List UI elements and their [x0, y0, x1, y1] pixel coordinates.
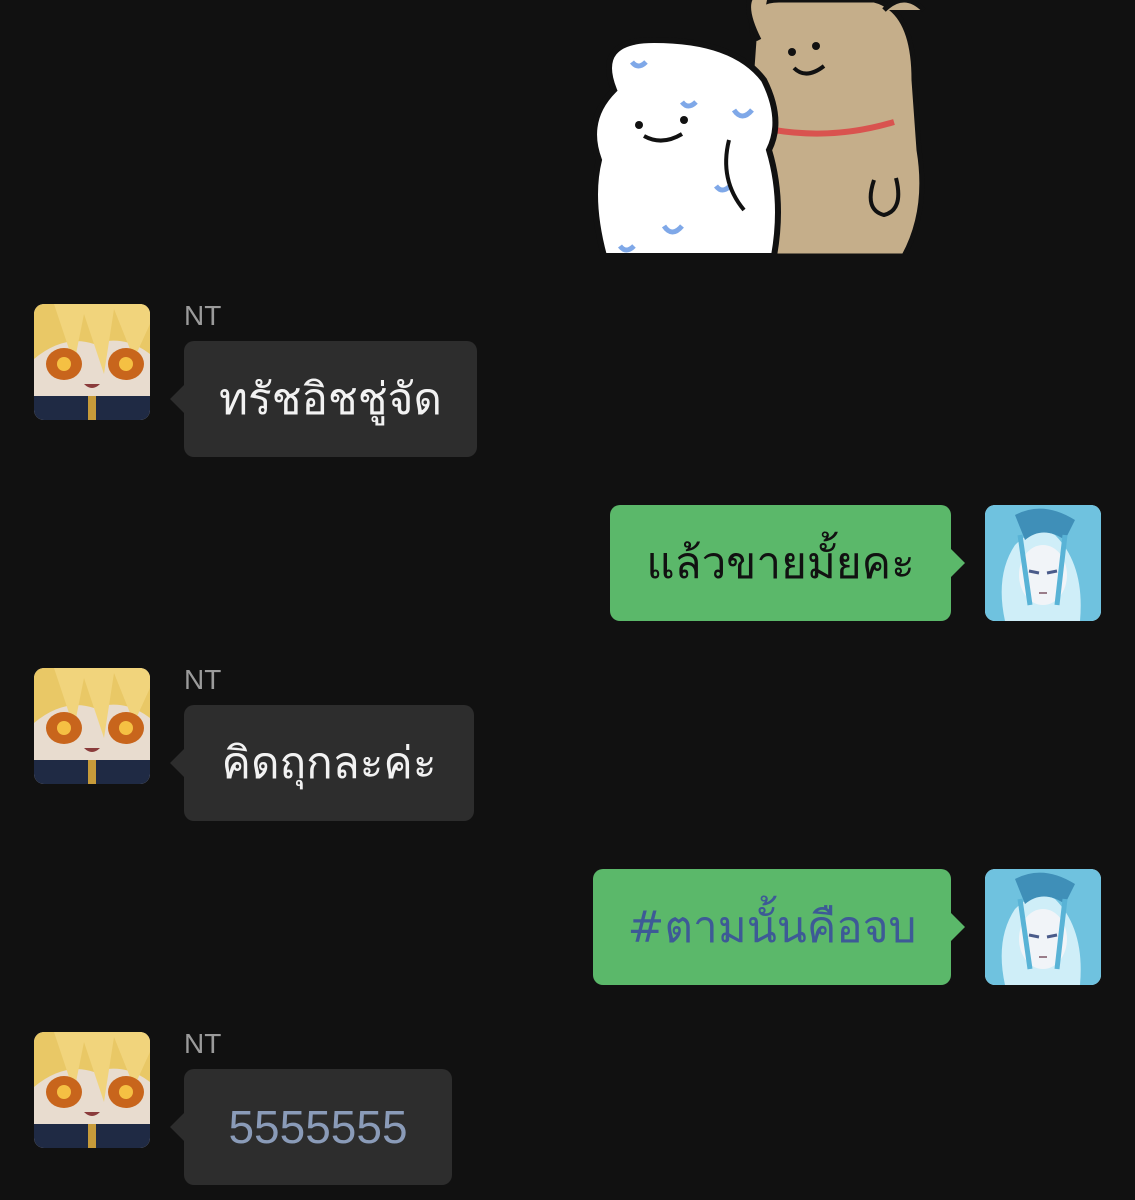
number-link[interactable]: 5555555 — [228, 1100, 407, 1154]
message-row-outgoing: แล้วขายมั้ยคะ — [0, 505, 1135, 625]
chat-view: NT ทรัชอิชชู่จัด แล้วขายมั้ยคะ NT คิดถุก… — [0, 0, 1135, 1200]
nt-avatar[interactable] — [34, 1032, 150, 1148]
outgoing-message-bubble[interactable]: แล้วขายมั้ยคะ — [610, 505, 965, 621]
dogs-sticker[interactable] — [584, 0, 940, 256]
incoming-message-bubble[interactable]: ทรัชอิชชู่จัด — [170, 341, 477, 457]
nt-avatar[interactable] — [34, 668, 150, 784]
message-text: แล้วขายมั้ยคะ — [646, 538, 915, 589]
incoming-message-bubble[interactable]: 5555555 — [170, 1069, 452, 1185]
nt-avatar[interactable] — [34, 304, 150, 420]
sender-name: NT — [184, 300, 222, 331]
outgoing-message-bubble[interactable]: #ตามนั้นคือจบ — [593, 869, 965, 985]
message-row-outgoing: #ตามนั้นคือจบ — [0, 869, 1135, 989]
message-row-incoming: NT 5555555 — [0, 1028, 1135, 1188]
incoming-message-bubble[interactable]: คิดถุกละค่ะ — [170, 705, 474, 821]
message-row-incoming: NT ทรัชอิชชู่จัด — [0, 300, 1135, 460]
hashtag-link[interactable]: #ตามนั้นคือจบ — [628, 892, 917, 962]
self-avatar[interactable] — [985, 869, 1101, 985]
message-text: คิดถุกละค่ะ — [221, 738, 437, 789]
sender-name: NT — [184, 664, 222, 695]
message-text: ทรัชอิชชู่จัด — [218, 374, 442, 425]
message-row-incoming: NT คิดถุกละค่ะ — [0, 664, 1135, 824]
sender-name: NT — [184, 1028, 222, 1059]
self-avatar[interactable] — [985, 505, 1101, 621]
